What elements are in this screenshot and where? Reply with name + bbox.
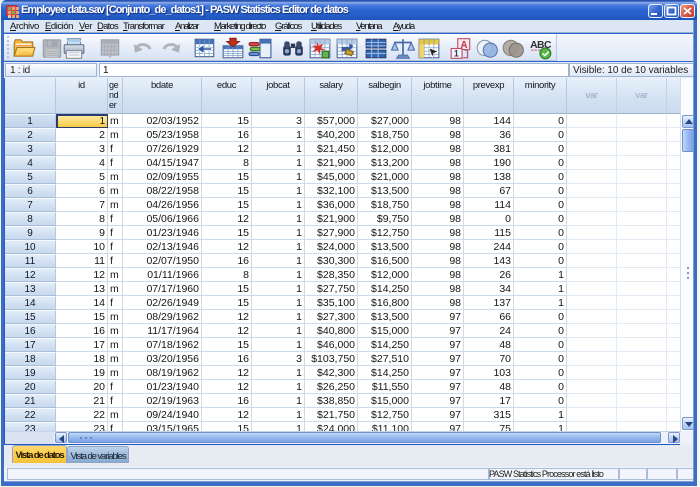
svg-text:1: 1	[454, 49, 459, 59]
